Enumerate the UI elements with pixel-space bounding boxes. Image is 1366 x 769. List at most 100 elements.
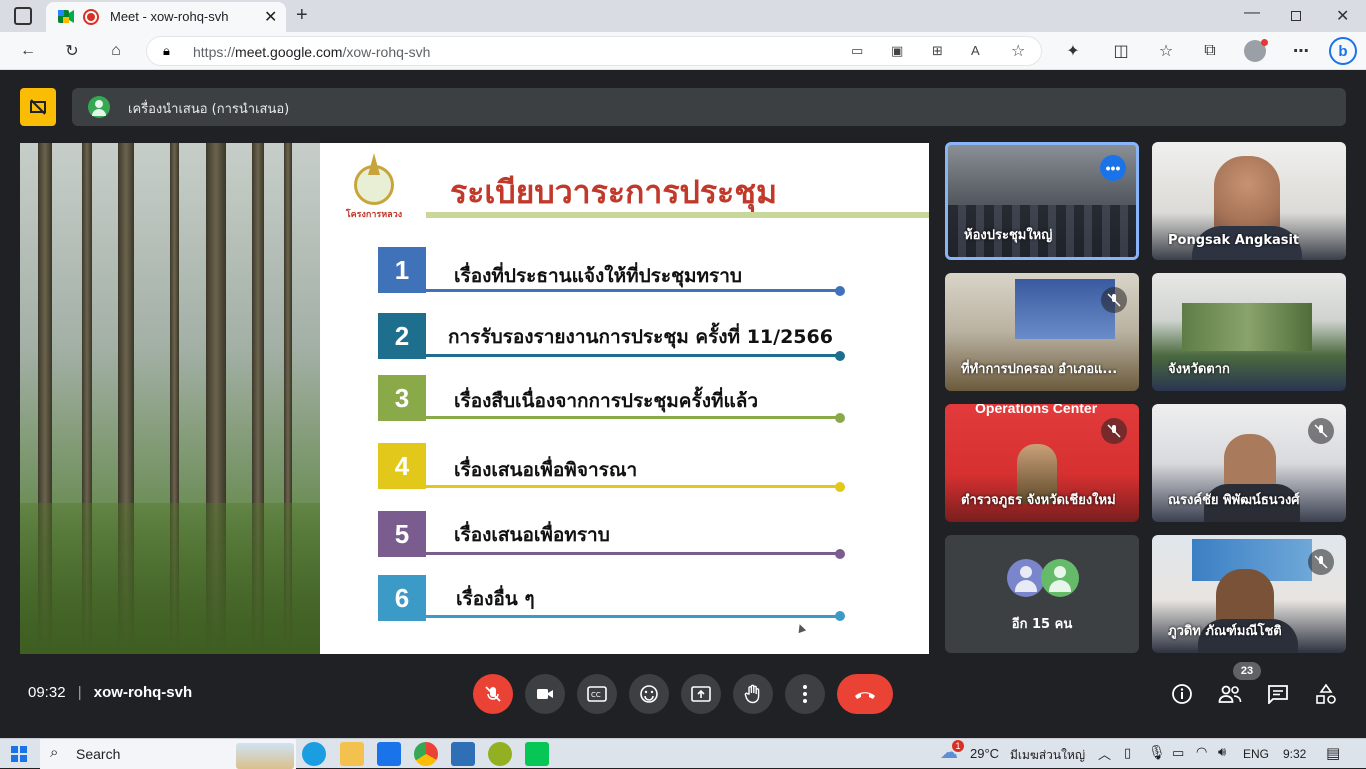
people-button[interactable]	[1216, 680, 1244, 708]
home-icon[interactable]: ⌂	[103, 38, 129, 64]
weather-temp: 29°C	[970, 746, 1000, 761]
tab-title: Meet - xow-rohq-svh	[110, 9, 229, 24]
participant-tile[interactable]: Pongsak Angkasit	[1152, 142, 1346, 260]
favorite-star-icon[interactable]: ☆	[1011, 41, 1025, 61]
presenter-avatar	[88, 96, 110, 118]
others-tile[interactable]: อีก 15 คน	[945, 535, 1139, 653]
leave-call-button[interactable]	[837, 674, 893, 714]
mic-off-icon	[1101, 287, 1127, 313]
meeting-info: 09:32 | xow-rohq-svh	[28, 684, 192, 701]
chat-button[interactable]	[1264, 680, 1292, 708]
extensions-icon[interactable]: ✦	[1060, 38, 1086, 64]
captions-button[interactable]: CC	[577, 674, 617, 714]
agenda-dot	[835, 286, 845, 296]
close-window-icon[interactable]: ✕	[1336, 6, 1349, 26]
close-tab-icon[interactable]: ✕	[264, 7, 277, 27]
search-highlight-image	[236, 743, 294, 769]
back-icon[interactable]: ←	[15, 38, 41, 64]
more-menu-icon[interactable]: ⋯	[1288, 38, 1314, 64]
mail-icon[interactable]	[377, 742, 401, 766]
camera-in-use-icon[interactable]: ▭	[851, 43, 863, 59]
new-tab-icon[interactable]: +	[296, 4, 308, 27]
reload-icon[interactable]: ↻	[59, 38, 85, 64]
show-hidden-icons-icon[interactable]: ︿	[1098, 744, 1111, 763]
language-indicator[interactable]: ENG	[1243, 747, 1269, 761]
restore-icon[interactable]	[1291, 11, 1301, 21]
profile-avatar[interactable]	[1244, 39, 1268, 62]
volume-icon[interactable]: 🔊︎	[1218, 744, 1226, 760]
activities-button[interactable]	[1312, 680, 1340, 708]
camera-toggle-button[interactable]	[525, 674, 565, 714]
svg-text:CC: CC	[591, 691, 601, 699]
collections-icon[interactable]: ⧉	[1197, 38, 1223, 64]
agenda-number: 3	[378, 375, 426, 421]
more-options-icon[interactable]: •••	[1100, 155, 1126, 181]
participant-name: ตำรวจภูธร จังหวัดเชียงใหม่	[961, 493, 1116, 508]
minimize-icon[interactable]: —	[1244, 4, 1260, 22]
presentation-banner: เครื่องนำเสนอ (การนำเสนอ)	[72, 88, 1346, 126]
participant-tile[interactable]: จังหวัดตาก	[1152, 273, 1346, 391]
apps-icon[interactable]: ⊞	[932, 43, 943, 59]
agenda-text: เรื่องอื่น ๆ	[456, 588, 535, 610]
clock[interactable]: 9:32	[1283, 747, 1306, 761]
bing-copilot-icon[interactable]: b	[1329, 37, 1357, 65]
battery-icon[interactable]: ▭	[1172, 745, 1184, 761]
stop-present-icon	[30, 99, 46, 115]
agenda-text: เรื่องเสนอเพื่อทราบ	[454, 524, 610, 546]
operations-center-banner: Operations Center	[975, 404, 1098, 416]
qgis-icon[interactable]	[488, 742, 512, 766]
read-aloud-icon[interactable]: A	[971, 43, 980, 58]
url-prefix: https://	[193, 44, 236, 60]
agenda-text: เรื่องที่ประธานแจ้งให้ที่ประชุมทราบ	[454, 265, 742, 287]
file-explorer-icon[interactable]	[340, 742, 364, 766]
line-app-icon[interactable]	[525, 742, 549, 766]
end-call-icon	[855, 692, 875, 699]
favorites-icon[interactable]: ☆	[1153, 38, 1179, 64]
mic-toggle-button[interactable]	[473, 674, 513, 714]
weather-badge: 1	[952, 740, 964, 752]
address-bar[interactable]: 🔒︎ https://meet.google.com/xow-rohq-svh …	[146, 36, 1042, 66]
split-screen-icon[interactable]: ◫	[1108, 38, 1134, 64]
participant-tile[interactable]: ภูวดิท ภัณฑ์มณีโชติ	[1152, 535, 1346, 653]
participant-tile[interactable]: ••• ห้องประชุมใหญ่	[945, 142, 1139, 260]
more-vert-icon	[803, 685, 807, 703]
mic-off-icon	[1101, 418, 1127, 444]
weather-widget[interactable]: ☁ 1 29°C มีเมฆส่วนใหญ่	[936, 739, 1096, 769]
raise-hand-button[interactable]	[733, 674, 773, 714]
presentation-warning-button[interactable]	[20, 88, 56, 126]
browser-tab[interactable]: Meet - xow-rohq-svh ✕	[46, 2, 286, 32]
emoji-icon	[640, 685, 658, 703]
emoji-button[interactable]	[629, 674, 669, 714]
participant-tile[interactable]: ที่ทำการปกครอง อำเภอแ...	[945, 273, 1139, 391]
mouse-cursor-icon	[795, 622, 807, 634]
forest-photo	[20, 143, 320, 654]
tab-actions-icon[interactable]	[14, 7, 32, 25]
meeting-details-button[interactable]	[1168, 680, 1196, 708]
agenda-number: 1	[378, 247, 426, 293]
notifications-icon[interactable]: ▤	[1326, 744, 1340, 762]
cast-icon[interactable]: ▣	[891, 43, 903, 59]
agenda-line	[426, 552, 840, 555]
present-button[interactable]	[681, 674, 721, 714]
edge-app-icon[interactable]	[302, 742, 326, 766]
tray-app-icon[interactable]: ▯	[1124, 745, 1131, 761]
meet-favicon-icon	[58, 10, 74, 23]
agenda-dot	[835, 549, 845, 559]
more-options-button[interactable]	[785, 674, 825, 714]
participant-tile[interactable]: ณรงค์ชัย พิพัฒน์ธนวงศ์	[1152, 404, 1346, 522]
chrome-icon[interactable]	[414, 742, 438, 766]
others-count: อีก 15 คน	[1011, 617, 1073, 632]
windows-start-icon[interactable]	[11, 746, 27, 762]
news-app-icon[interactable]	[451, 742, 475, 766]
agenda-dot	[835, 482, 845, 492]
taskbar-search[interactable]: ⌕ Search	[40, 739, 296, 769]
agenda-dot	[835, 611, 845, 621]
recording-icon	[83, 9, 99, 25]
microphone-tray-icon[interactable]: 🎙︎	[1148, 744, 1166, 761]
url-text[interactable]: https://meet.google.com/xow-rohq-svh	[193, 44, 430, 60]
participant-tile[interactable]: Operations Center ตำรวจภูธร จังหวัดเชียง…	[945, 404, 1139, 522]
others-avatar	[1007, 559, 1045, 597]
agenda-line	[426, 354, 840, 357]
agenda-text: การรับรองรายงานการประชุม ครั้งที่ 11/256…	[448, 326, 833, 348]
wifi-icon[interactable]: ◠	[1196, 744, 1207, 760]
